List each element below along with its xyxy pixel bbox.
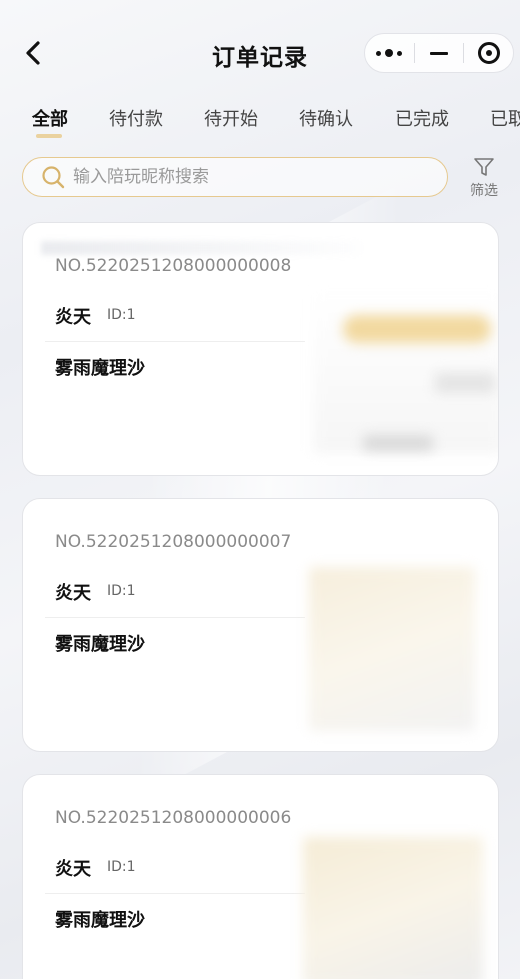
filter-label: 筛选 (470, 183, 498, 199)
card-header-shade (41, 241, 361, 255)
order-number: NO.5220251208000000006 (55, 808, 292, 828)
game-name: 雾雨魔理沙 (55, 358, 145, 379)
order-card[interactable]: NO.5220251208000000008 炎天 ID:1 雾雨魔理沙 (22, 222, 499, 476)
order-card[interactable]: NO.5220251208000000007 炎天 ID:1 雾雨魔理沙 (22, 498, 499, 752)
navigation-bar: 订单记录 (0, 0, 520, 100)
search-bar[interactable] (22, 157, 448, 197)
avatar-image-blurred (309, 567, 475, 731)
player-name: 炎天 (55, 583, 91, 604)
tab-pending-payment[interactable]: 待付款 (109, 105, 163, 131)
filter-funnel-icon (474, 158, 494, 176)
search-input[interactable] (73, 167, 413, 187)
avatar-image-blurred (303, 837, 483, 979)
filter-button[interactable]: 筛选 (463, 156, 505, 202)
status-button-blurred (343, 315, 491, 343)
tab-pending-start[interactable]: 待开始 (204, 105, 258, 131)
player-name: 炎天 (55, 307, 91, 328)
more-dots-icon (376, 49, 403, 57)
tab-cancelled[interactable]: 已取消 (490, 105, 520, 131)
row-divider (45, 341, 305, 342)
order-number: NO.5220251208000000008 (55, 256, 292, 276)
tab-all[interactable]: 全部 (32, 105, 68, 131)
tab-pending-confirm[interactable]: 待确认 (299, 105, 353, 131)
order-status-tabs: 全部 待付款 待开始 待确认 已完成 已取消 (0, 100, 520, 144)
target-close-icon (477, 42, 500, 64)
player-id: ID:1 (107, 859, 136, 875)
game-name: 雾雨魔理沙 (55, 910, 145, 931)
more-button[interactable] (365, 34, 414, 72)
order-status-panel-blurred (313, 288, 498, 453)
minimize-icon (430, 51, 448, 55)
order-number: NO.5220251208000000007 (55, 532, 292, 552)
player-id: ID:1 (107, 307, 136, 323)
row-divider (45, 617, 305, 618)
row-divider (45, 893, 305, 894)
price-text-blurred (435, 373, 495, 393)
tab-completed[interactable]: 已完成 (395, 105, 449, 131)
search-icon (42, 166, 65, 189)
player-name: 炎天 (55, 859, 91, 880)
player-id: ID:1 (107, 583, 136, 599)
minimize-button[interactable] (415, 34, 464, 72)
miniprogram-capsule (364, 33, 514, 73)
active-tab-indicator (36, 134, 62, 138)
order-card[interactable]: NO.5220251208000000006 炎天 ID:1 雾雨魔理沙 (22, 774, 499, 979)
game-name: 雾雨魔理沙 (55, 634, 145, 655)
close-miniprogram-button[interactable] (464, 34, 513, 72)
time-text-blurred (363, 435, 433, 451)
